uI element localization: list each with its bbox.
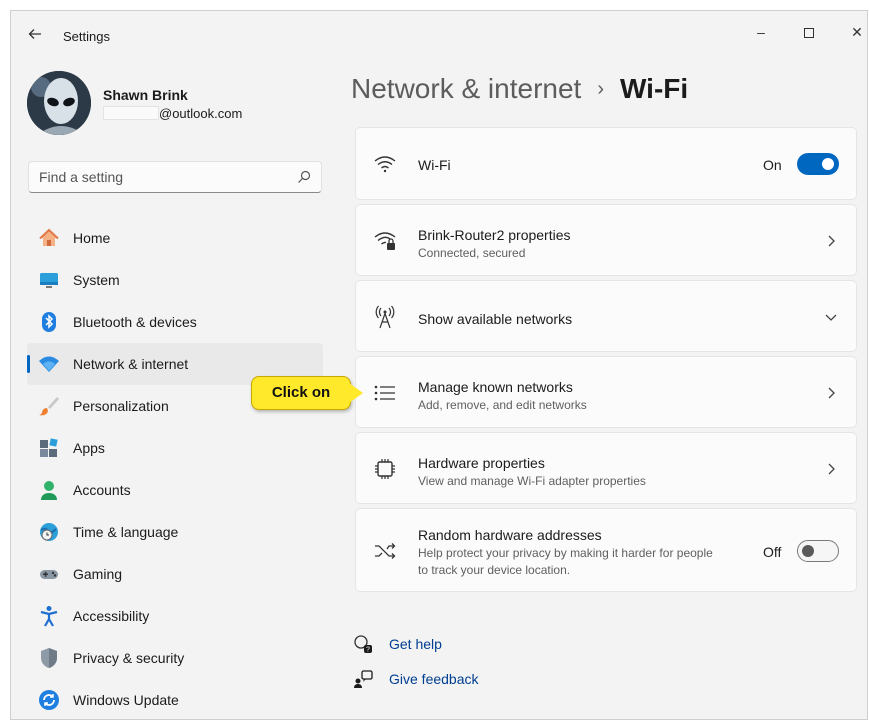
page-title: Wi-Fi <box>620 73 689 104</box>
search-input[interactable] <box>29 162 279 192</box>
search-icon[interactable] <box>297 170 311 184</box>
close-button[interactable]: ✕ <box>835 17 870 47</box>
random-addresses-title: Random hardware addresses <box>418 527 602 543</box>
bluetooth-icon <box>37 310 61 334</box>
gamepad-icon <box>37 562 61 586</box>
hardware-properties-title: Hardware properties <box>418 455 545 471</box>
manage-known-networks-card[interactable]: Manage known networks Add, remove, and e… <box>355 356 857 428</box>
hardware-properties-subtitle: View and manage Wi-Fi adapter properties <box>418 474 646 488</box>
sidebar-item-apps[interactable]: Apps <box>27 427 323 469</box>
random-addresses-toggle-switch[interactable] <box>797 540 839 562</box>
user-name: Shawn Brink <box>103 87 188 103</box>
app-title: Settings <box>63 29 110 44</box>
wifi-card-title: Wi-Fi <box>418 157 451 173</box>
available-networks-title: Show available networks <box>418 311 573 327</box>
apps-icon <box>37 436 61 460</box>
wifi-secured-icon <box>372 228 398 254</box>
antenna-icon <box>372 304 398 330</box>
sidebar-item-accounts[interactable]: Accounts <box>27 469 323 511</box>
chip-icon <box>372 456 398 482</box>
title-bar: Settings – ✕ <box>11 11 867 59</box>
network-properties-card[interactable]: Brink-Router2 properties Connected, secu… <box>355 204 857 276</box>
chevron-down-icon <box>825 314 837 321</box>
sidebar-item-label: Bluetooth & devices <box>73 314 197 330</box>
manage-known-networks-subtitle: Add, remove, and edit networks <box>418 398 587 412</box>
sidebar-item-gaming[interactable]: Gaming <box>27 553 323 595</box>
sidebar-item-accessibility[interactable]: Accessibility <box>27 595 323 637</box>
chevron-right-icon <box>828 235 835 247</box>
sidebar-item-label: Accessibility <box>73 608 150 624</box>
user-email-suffix: @outlook.com <box>159 105 243 121</box>
get-help-label[interactable]: Get help <box>389 636 442 652</box>
chevron-right-icon <box>828 463 835 475</box>
callout-arrow <box>349 383 363 403</box>
chevron-right-icon <box>828 387 835 399</box>
hardware-properties-card[interactable]: Hardware properties View and manage Wi-F… <box>355 432 857 504</box>
random-addresses-subtitle-1: Help protect your privacy by making it h… <box>418 546 713 560</box>
random-addresses-subtitle-2: to track your device location. <box>418 563 571 577</box>
paintbrush-icon <box>37 394 61 418</box>
give-feedback-label[interactable]: Give feedback <box>389 671 479 687</box>
sidebar-item-label: Home <box>73 230 111 246</box>
sidebar-item-home[interactable]: Home <box>27 217 323 259</box>
breadcrumb-parent[interactable]: Network & internet <box>351 73 581 105</box>
toggle-knob <box>822 158 834 170</box>
shield-icon <box>37 646 61 670</box>
maximize-button[interactable] <box>787 17 831 47</box>
globe-clock-icon <box>37 520 61 544</box>
maximize-icon <box>804 28 814 39</box>
wifi-icon <box>372 151 398 177</box>
click-on-callout: Click on <box>251 376 351 410</box>
person-icon <box>37 478 61 502</box>
sidebar-item-privacy[interactable]: Privacy & security <box>27 637 323 679</box>
back-arrow-icon[interactable] <box>25 26 45 46</box>
sidebar-item-time-language[interactable]: Time & language <box>27 511 323 553</box>
sidebar-item-label: Gaming <box>73 566 123 582</box>
sidebar-item-windows-update[interactable]: Windows Update <box>27 679 323 721</box>
sidebar-item-label: Accounts <box>73 482 131 498</box>
update-icon <box>37 688 61 712</box>
accessibility-icon <box>37 604 61 628</box>
svg-text:?: ? <box>366 647 370 654</box>
help-icon: ? <box>353 634 373 654</box>
email-redaction <box>103 106 159 120</box>
sidebar-item-bluetooth[interactable]: Bluetooth & devices <box>27 301 323 343</box>
random-addresses-toggle-state: Off <box>763 544 782 560</box>
breadcrumb-separator: › <box>597 77 604 100</box>
sidebar-item-label: Privacy & security <box>73 650 185 666</box>
properties-card-subtitle: Connected, secured <box>418 246 526 260</box>
home-icon <box>37 226 61 250</box>
random-hardware-addresses-card[interactable]: Random hardware addresses Help protect y… <box>355 508 857 592</box>
wifi-toggle-card[interactable]: Wi-Fi On <box>355 127 857 200</box>
sidebar-item-label: Time & language <box>73 524 179 540</box>
manage-known-networks-title: Manage known networks <box>418 379 573 395</box>
monitor-icon <box>37 268 61 292</box>
sidebar-item-system[interactable]: System <box>27 259 323 301</box>
user-email: @outlook.com <box>103 105 242 121</box>
shuffle-icon <box>372 538 398 564</box>
minimize-button[interactable]: – <box>739 17 783 47</box>
sidebar-item-label: Personalization <box>73 398 169 414</box>
give-feedback-link[interactable]: Give feedback <box>353 669 479 689</box>
list-icon <box>372 380 398 406</box>
sidebar-item-label: Network & internet <box>73 356 189 372</box>
sidebar-item-label: Windows Update <box>73 692 179 708</box>
wifi-toggle-switch[interactable] <box>797 153 839 175</box>
sidebar-item-label: System <box>73 272 120 288</box>
settings-window: Settings – ✕ Shawn Brink @outlook.com Ho… <box>10 10 868 720</box>
get-help-link[interactable]: ? Get help <box>353 634 442 654</box>
feedback-icon <box>353 669 373 689</box>
avatar[interactable] <box>27 71 91 135</box>
sidebar-nav: Home System Bluetooth & devices Network … <box>27 217 323 721</box>
sidebar-item-label: Apps <box>73 440 105 456</box>
active-indicator <box>27 355 30 373</box>
wifi-icon <box>37 352 61 376</box>
search-box[interactable] <box>28 161 322 193</box>
available-networks-card[interactable]: Show available networks <box>355 280 857 352</box>
toggle-knob <box>802 545 814 557</box>
properties-card-title: Brink-Router2 properties <box>418 227 571 243</box>
breadcrumb: Network & internet › Wi-Fi <box>351 73 688 105</box>
wifi-toggle-state: On <box>763 157 782 173</box>
